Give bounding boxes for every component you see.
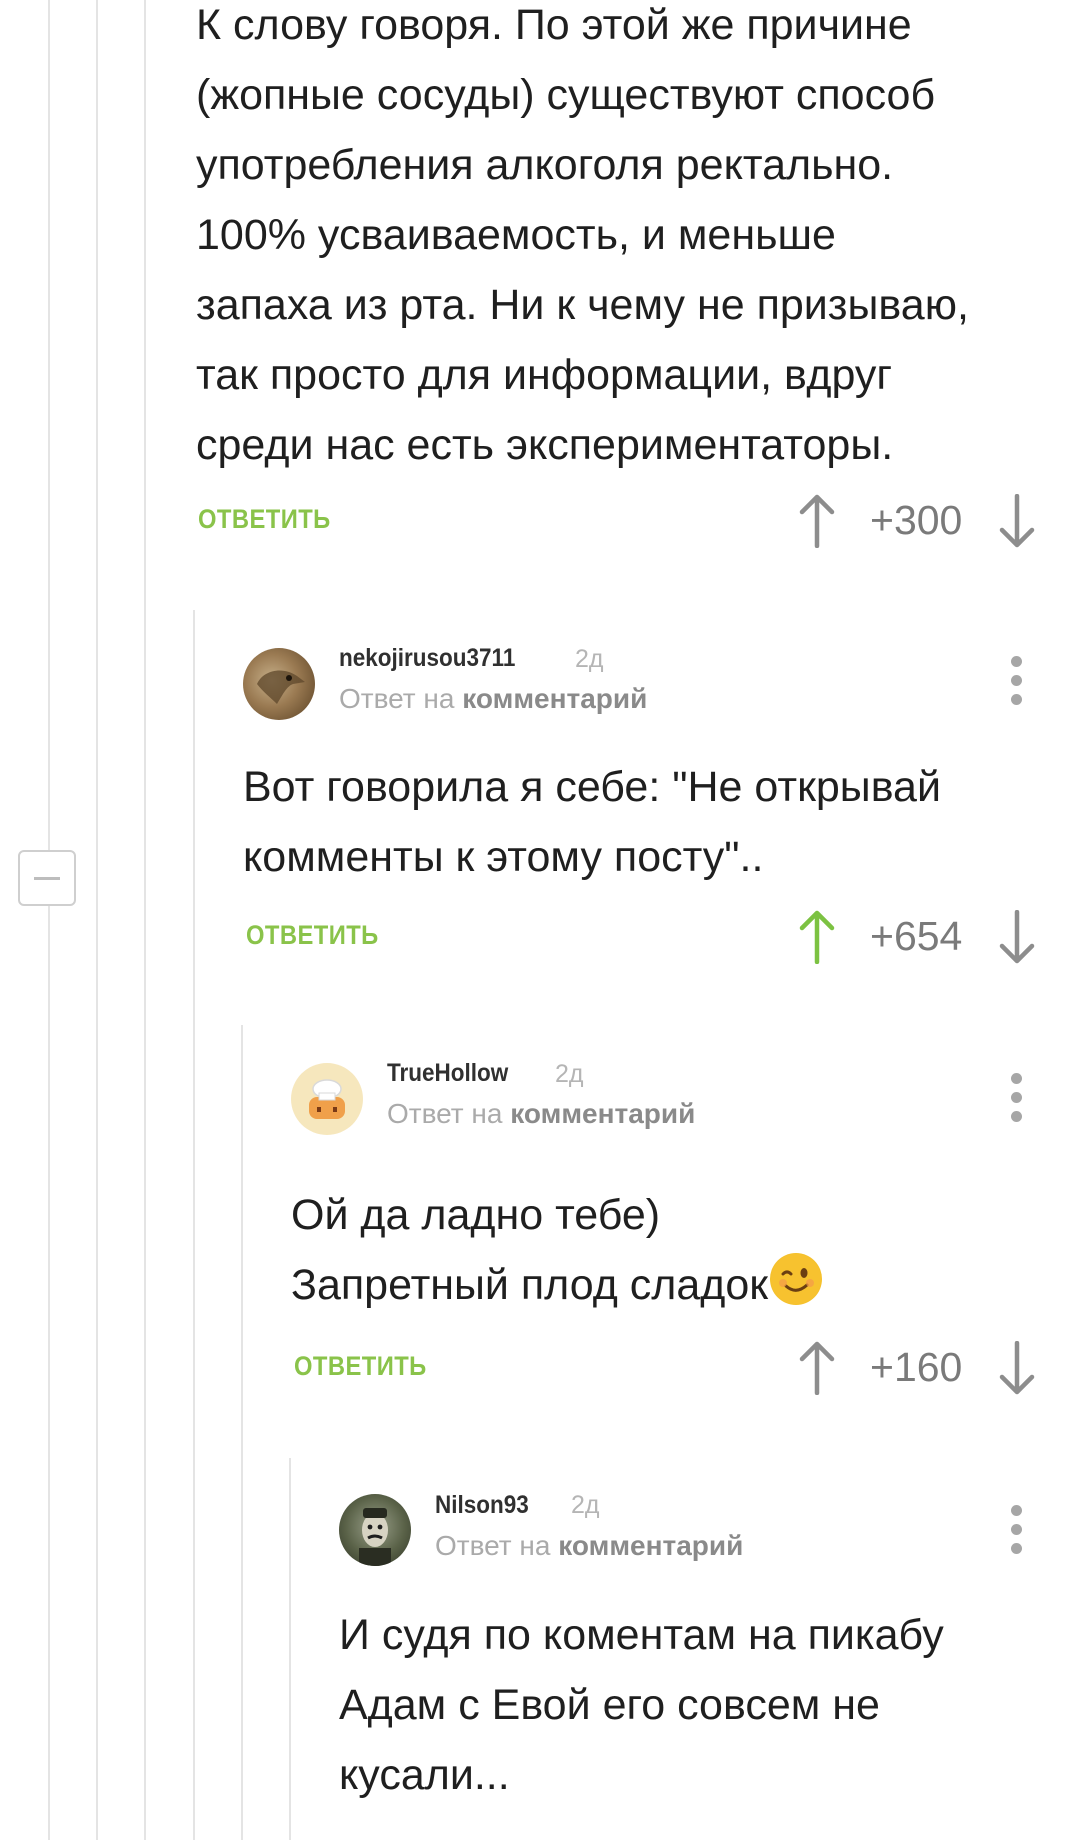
comment-text-span: Запретный плод сладок (291, 1261, 769, 1309)
upvote-arrow-icon[interactable] (797, 1341, 837, 1395)
reply-to-link[interactable]: Ответ на комментарий (387, 1098, 695, 1130)
thread-guide-line-6 (289, 1458, 291, 1840)
reply-to-target: комментарий (462, 683, 648, 714)
comment-text-line: так просто для информации, вдруг (196, 351, 893, 399)
more-options-icon[interactable] (1011, 1073, 1023, 1123)
comment-text-line: Ой да ладно тебе) (291, 1191, 661, 1239)
comment-score: +160 (870, 1344, 963, 1390)
chef-avatar-icon[interactable] (291, 1063, 363, 1135)
comment-age: 2д (571, 1491, 600, 1519)
thread-guide-line-4 (193, 610, 195, 1840)
comment-age: 2д (555, 1060, 584, 1088)
comment-text-line: Вот говорила я себе: "Не открывай (243, 763, 941, 811)
eagle-avatar-icon[interactable] (243, 648, 315, 720)
winking-face-icon (770, 1253, 823, 1305)
thread-guide-line-1 (48, 0, 50, 1840)
reply-to-prefix: Ответ на (435, 1530, 551, 1561)
upvote-arrow-icon[interactable] (797, 910, 837, 964)
comment-username[interactable]: TrueHollow (387, 1059, 508, 1088)
comment-text-line: 100% усваиваемость, и меньше (196, 211, 836, 259)
comment-text-line: запаха из рта. Ни к чему не призываю, (196, 281, 969, 329)
comment-text-line: И судя по коментам на пикабу (339, 1611, 944, 1659)
thread-guide-line-2 (96, 0, 98, 1840)
upvote-arrow-icon[interactable] (797, 494, 837, 548)
thread-guide-line-3 (144, 0, 146, 1840)
downvote-arrow-icon[interactable] (997, 1341, 1037, 1395)
comment-username[interactable]: nekojirusou3711 (339, 644, 515, 673)
comment-text-line: Запретный плод сладок (291, 1250, 823, 1320)
comment-text-line: (жопные сосуды) существуют способ (196, 71, 936, 119)
comment-score: +300 (870, 497, 963, 543)
reply-to-link[interactable]: Ответ на комментарий (435, 1530, 743, 1562)
more-options-icon[interactable] (1011, 656, 1023, 706)
reply-to-target: комментарий (510, 1098, 696, 1129)
comment-score: +654 (870, 913, 963, 959)
downvote-arrow-icon[interactable] (997, 910, 1037, 964)
comment-text-line: Адам с Евой его совсем не (339, 1681, 880, 1729)
reply-button[interactable]: ОТВЕТИТЬ (294, 1351, 427, 1382)
comment-text-line: кусали... (339, 1751, 510, 1799)
comment-text-line: К слову говоря. По этой же причине (196, 1, 912, 49)
downvote-arrow-icon[interactable] (997, 494, 1037, 548)
comment-text-line: среди нас есть экспериментаторы. (196, 421, 894, 469)
comment-text-line: употребления алкоголя ректально. (196, 141, 894, 189)
reply-to-prefix: Ответ на (387, 1098, 503, 1129)
thread-guide-line-5 (241, 1025, 243, 1840)
portrait-avatar-icon[interactable] (339, 1494, 411, 1566)
more-options-icon[interactable] (1011, 1505, 1023, 1555)
collapse-thread-button[interactable] (18, 850, 76, 906)
comment-text-line: комменты к этому посту".. (243, 833, 764, 881)
reply-button[interactable]: ОТВЕТИТЬ (198, 504, 331, 535)
reply-to-prefix: Ответ на (339, 683, 455, 714)
comment-age: 2д (575, 645, 604, 673)
comment-username[interactable]: Nilson93 (435, 1491, 529, 1520)
reply-to-target: комментарий (558, 1530, 744, 1561)
reply-to-link[interactable]: Ответ на комментарий (339, 683, 647, 715)
reply-button[interactable]: ОТВЕТИТЬ (246, 920, 379, 951)
